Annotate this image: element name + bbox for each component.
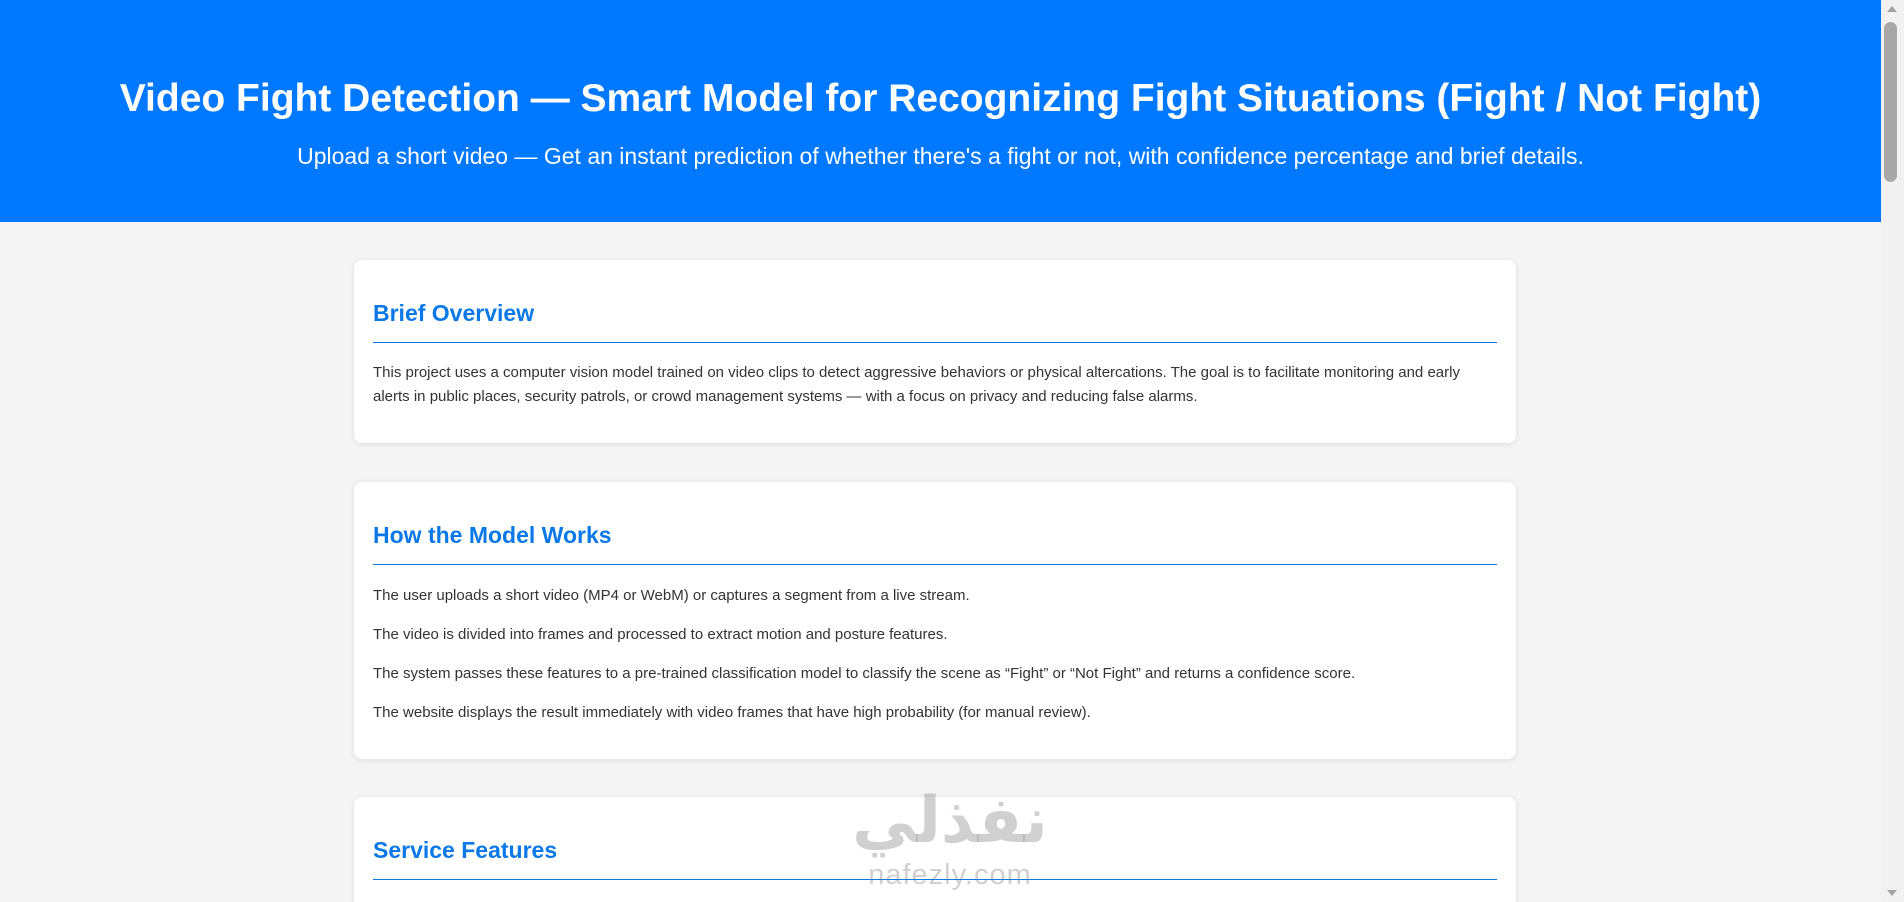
scroll-up-arrow-icon[interactable] <box>1887 6 1897 12</box>
how-it-works-card: How the Model Works The user uploads a s… <box>354 482 1516 759</box>
features-heading: Service Features <box>373 837 558 863</box>
features-card: Service Features <box>354 797 1516 902</box>
hero-header: Video Fight Detection — Smart Model for … <box>0 0 1881 222</box>
step-item: The system passes these features to a pr… <box>373 665 1356 682</box>
overview-text: This project uses a computer vision mode… <box>373 364 1460 405</box>
how-it-works-heading: How the Model Works <box>373 522 612 548</box>
section-divider <box>373 564 1497 565</box>
section-divider <box>373 879 1497 880</box>
step-item: The video is divided into frames and pro… <box>373 626 948 643</box>
page: Video Fight Detection — Smart Model for … <box>0 0 1881 902</box>
overview-card: Brief Overview This project uses a compu… <box>354 260 1516 443</box>
section-divider <box>373 342 1497 343</box>
step-item: The website displays the result immediat… <box>373 704 1091 721</box>
page-title: Video Fight Detection — Smart Model for … <box>119 77 1762 120</box>
overview-heading: Brief Overview <box>373 300 535 326</box>
page-subtitle: Upload a short video — Get an instant pr… <box>297 143 1584 169</box>
scrollbar-thumb[interactable] <box>1884 22 1897 182</box>
vertical-scrollbar[interactable] <box>1881 0 1904 902</box>
step-item: The user uploads a short video (MP4 or W… <box>373 587 970 604</box>
scroll-down-arrow-icon[interactable] <box>1887 890 1897 896</box>
